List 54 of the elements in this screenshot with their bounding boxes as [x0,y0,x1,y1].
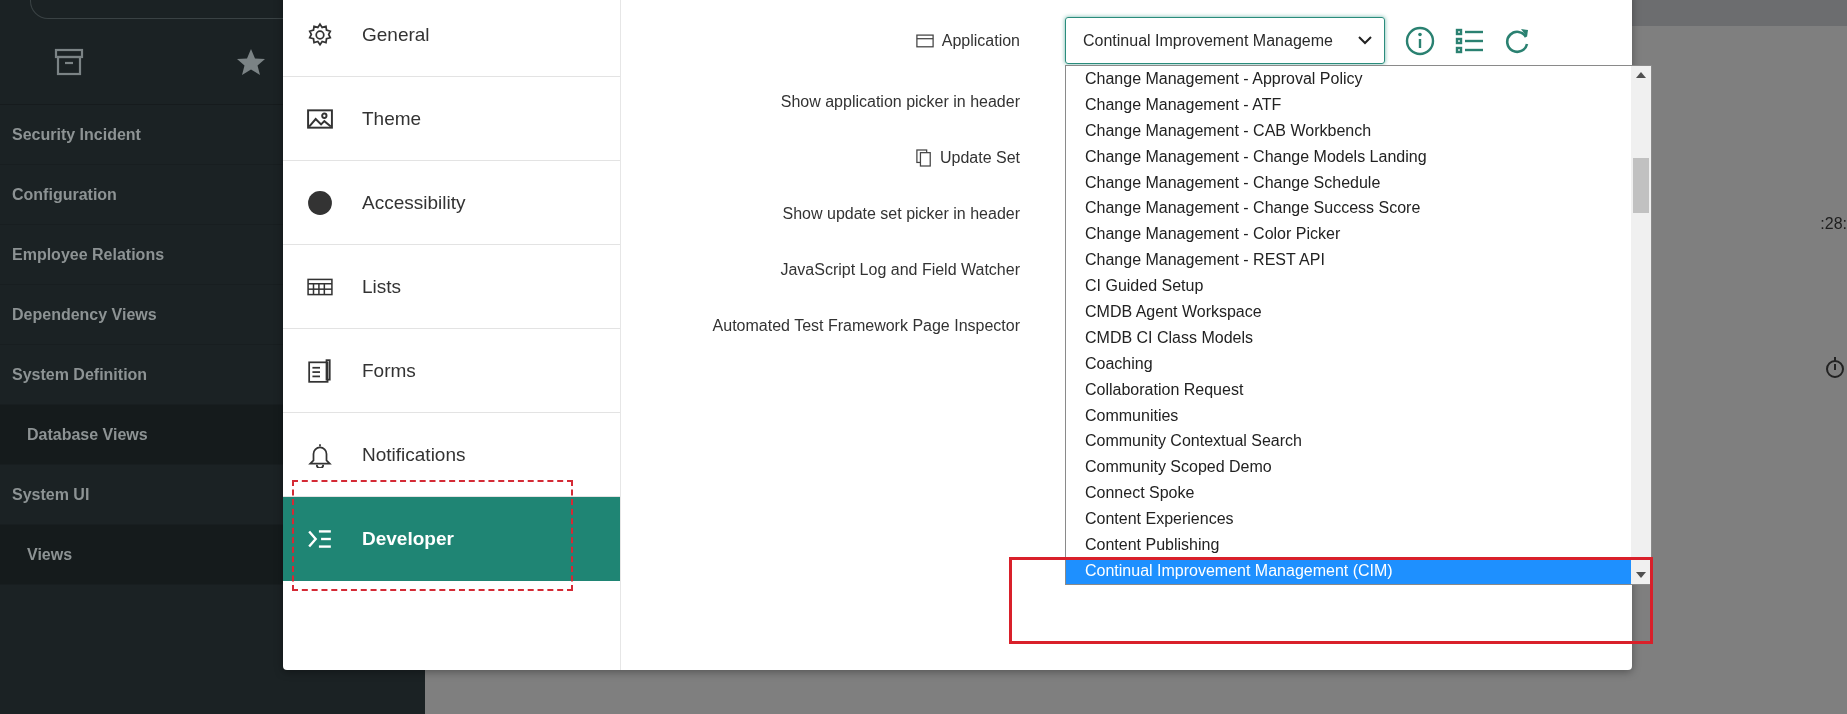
dropdown-option[interactable]: Change Management - Change Models Landing [1066,143,1631,170]
dropdown-option[interactable]: Community Contextual Search [1066,428,1631,455]
refresh-button[interactable] [1505,26,1531,55]
dropdown-option[interactable]: Change Management - ATF [1066,91,1631,118]
dropdown-option[interactable]: Change Management - Change Schedule [1066,169,1631,196]
dropdown-option[interactable]: CI Guided Setup [1066,273,1631,299]
settings-tab[interactable]: General [283,0,620,77]
field-label: Application [941,31,1020,50]
gear-icon [307,21,333,48]
dropdown-option[interactable]: CMDB CI Class Models [1066,324,1631,351]
list-button[interactable] [1455,27,1485,54]
field-label: Show application picker in header [780,93,1020,111]
copy-icon [915,149,932,167]
form-icon [307,357,333,384]
dropdown-option[interactable]: Coaching [1066,350,1631,377]
dropdown-option[interactable]: Connect Spoke [1066,480,1631,507]
scroll-down-icon[interactable] [1636,572,1646,578]
settings-tab[interactable]: Forms [283,329,620,413]
field-label: Update Set [939,149,1020,167]
archive-icon [54,47,84,76]
dropdown-option[interactable]: Communities [1066,402,1631,429]
time-text: :28: [1820,215,1847,233]
stopwatch-icon [1825,355,1845,379]
scrollbar[interactable] [1631,66,1651,584]
dropdown-option[interactable]: Change Management - Color Picker [1066,221,1631,248]
dropdown-option[interactable]: Content Experiences [1066,506,1631,533]
dropdown-option[interactable]: Content Publishing [1066,532,1631,558]
refresh-icon [1505,26,1531,55]
chevron-down-icon [1358,36,1372,45]
info-icon [1405,25,1435,56]
dropdown-option[interactable]: Change Management - Approval Policy [1066,66,1631,92]
star-icon [236,47,266,76]
settings-tab[interactable]: Lists [283,245,620,329]
field-label: JavaScript Log and Field Watcher [780,261,1020,279]
settings-tab[interactable]: Accessibility [283,161,620,245]
scroll-up-icon[interactable] [1636,72,1646,78]
settings-tab[interactable]: Theme [283,77,620,161]
dropdown-option[interactable]: Community Scoped Demo [1066,454,1631,481]
dropdown-option[interactable]: Change Management - REST API [1066,247,1631,274]
dropdown-option[interactable]: Collaboration Request [1066,376,1631,403]
settings-tab[interactable]: Notifications [283,413,620,497]
list-icon [1455,27,1485,54]
info-button[interactable] [1405,25,1435,56]
settings-tab[interactable]: Developer [283,497,620,581]
dropdown-option[interactable]: Change Management - Change Success Score [1066,195,1631,222]
scrollbar-thumb[interactable] [1633,158,1649,213]
field-label: Show update set picker in header [782,205,1020,223]
window-icon [915,33,934,48]
field-label: Automated Test Framework Page Inspector [712,317,1020,335]
application-select[interactable]: Continual Improvement Manageme [1065,17,1385,64]
bell-icon [307,441,333,468]
dropdown-option[interactable]: CMDB Agent Workspace [1066,299,1631,325]
circle-icon [307,189,333,216]
dropdown-option[interactable]: Change Management - CAB Workbench [1066,117,1631,144]
